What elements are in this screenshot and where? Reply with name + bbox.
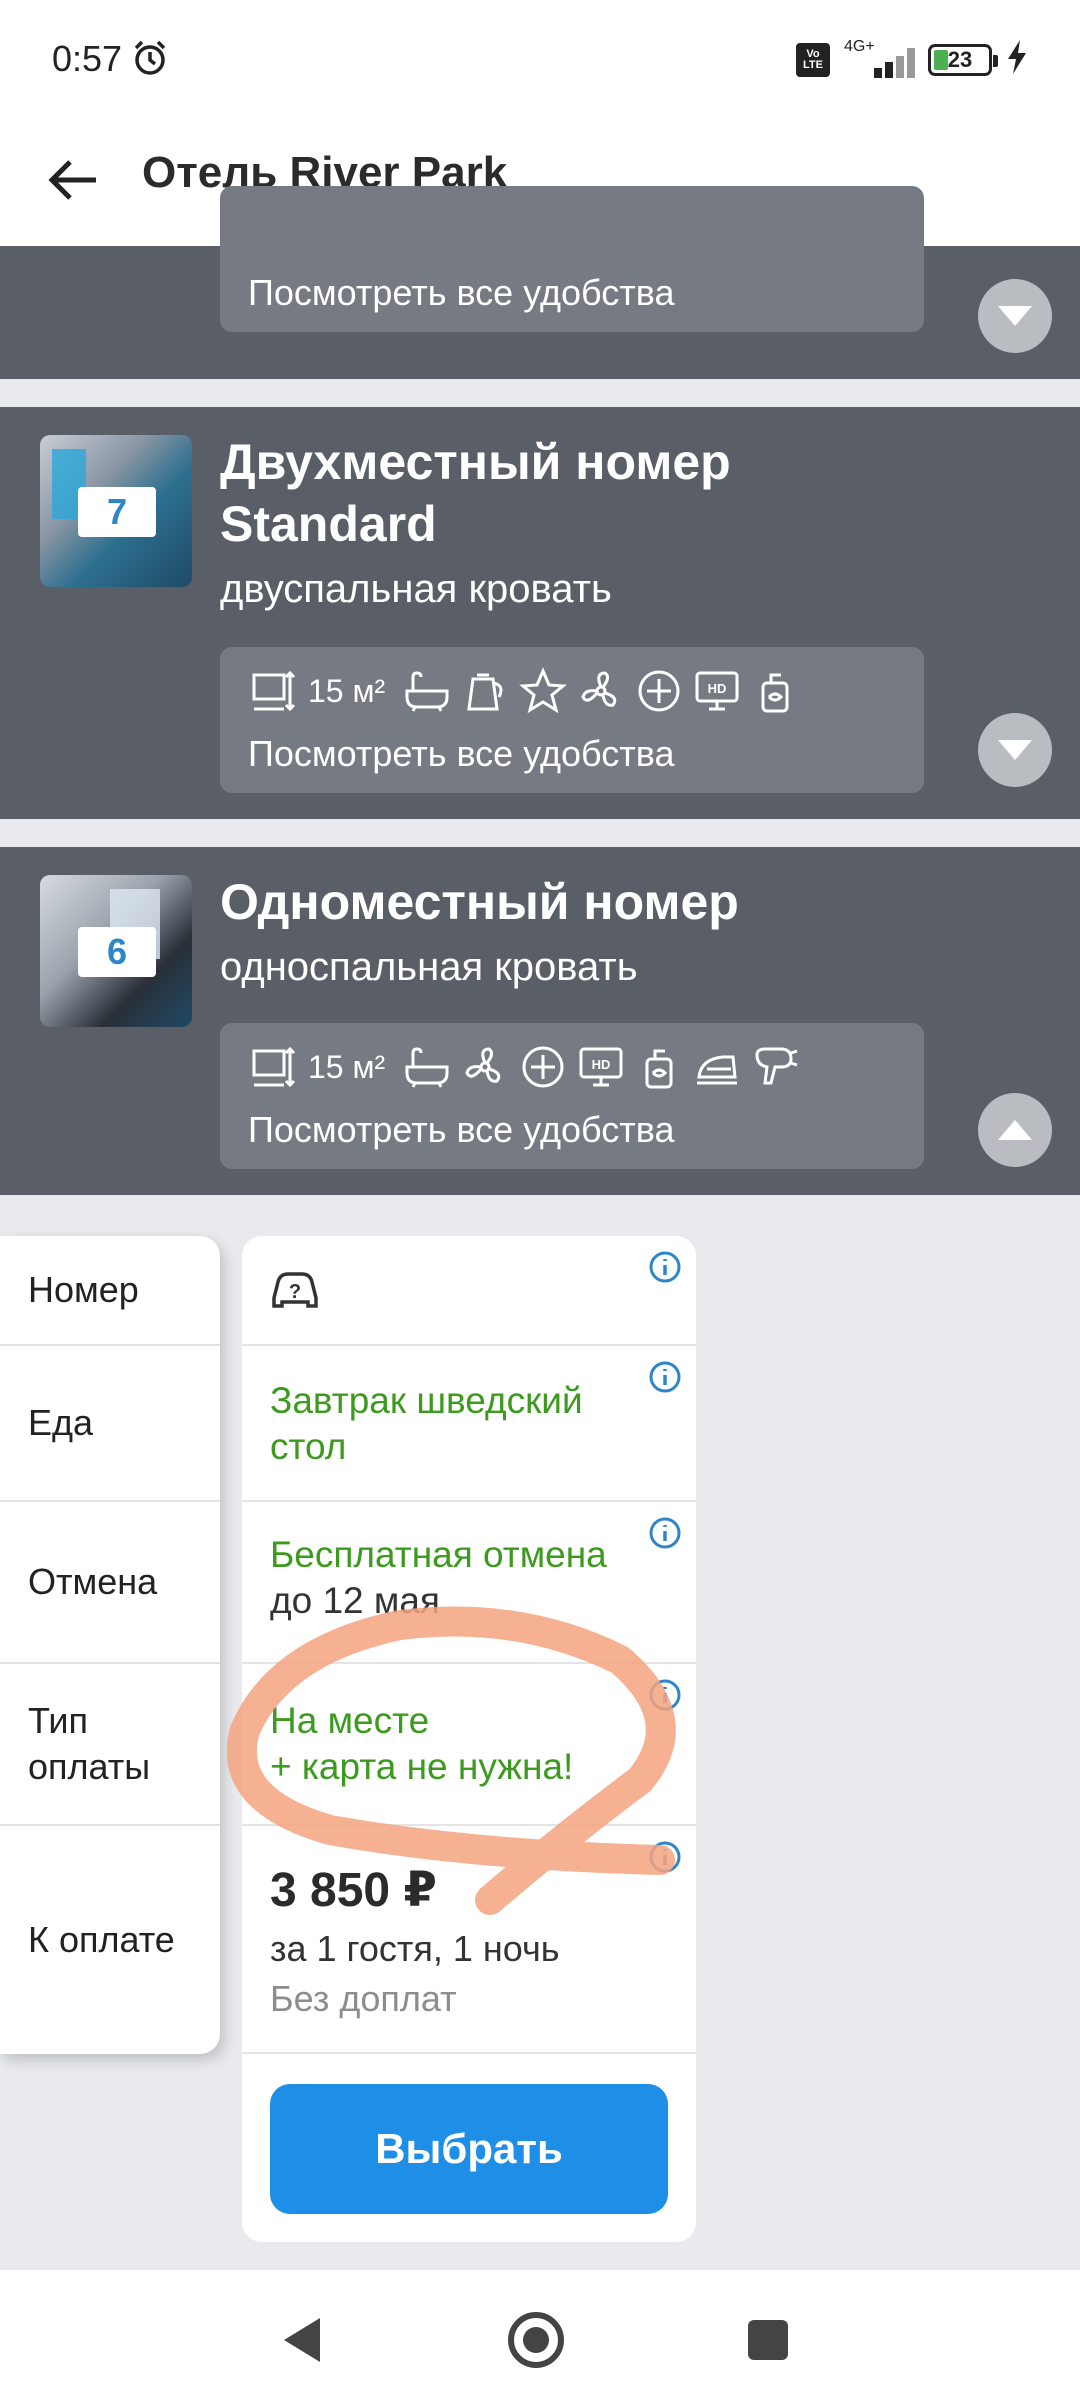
room-bed-type: двуспальная кровать (220, 567, 612, 611)
price-note: за 1 гостя, 1 ночь (270, 1928, 560, 1969)
room-area-icon (252, 670, 296, 712)
soap-icon (761, 673, 789, 713)
label-to-pay: К оплате (28, 1919, 175, 1960)
room-area-icon (252, 1046, 296, 1088)
tv-icon: HD (579, 1047, 623, 1087)
signal-icon: 4G+ (844, 38, 915, 78)
chevron-down-icon (998, 306, 1032, 326)
home-circle-icon (508, 2312, 564, 2368)
nav-back-button[interactable] (262, 2300, 342, 2380)
tv-icon: HD (695, 671, 739, 711)
room-bed-type: односпальная кровать (220, 945, 638, 989)
status-time: 0:57 (52, 38, 123, 79)
extra-charges: Без доплат (270, 1978, 457, 2019)
iron-icon (697, 1055, 738, 1085)
room-photo[interactable]: 7 (40, 435, 192, 587)
status-bar: 0:57 Vo LTE 4G+ 23 (0, 0, 1080, 120)
offer-payment-cell: На месте + карта не нужна! (242, 1664, 696, 1826)
choose-button[interactable]: Выбрать (270, 2084, 668, 2214)
room-area: 15 м² (308, 672, 386, 709)
offer-room-cell: ? (242, 1236, 696, 1346)
nav-recents-button[interactable] (728, 2300, 808, 2380)
arrow-left-icon (48, 160, 96, 200)
amenities-box: 15 м² HD Посмотреть все удобства (220, 647, 924, 793)
battery-icon: 23 (928, 43, 998, 76)
collapse-room-button[interactable] (978, 1093, 1052, 1167)
food-text: Завтрак шведский (270, 1380, 583, 1421)
room-area: 15 м² (308, 1048, 386, 1085)
cancel-deadline: до 12 мая (270, 1580, 440, 1621)
car-question-icon: ? (272, 1272, 318, 1308)
room-title-line2: Standard (220, 496, 437, 552)
square-recents-icon (748, 2320, 788, 2360)
offer-food-cell: Завтрак шведский стол (242, 1346, 696, 1502)
star-icon (519, 667, 568, 714)
label-room: Номер (0, 1236, 220, 1346)
amenities-box: 15 м² HD Посмотреть все удобства (220, 1023, 924, 1169)
expand-room-button[interactable] (978, 279, 1052, 353)
hairdryer-icon (755, 1047, 798, 1085)
cancel-text: Бесплатная отмена (270, 1534, 607, 1575)
fan-icon (465, 1047, 501, 1083)
room-card: Посмотреть все удобства (0, 186, 1080, 379)
battery-level: 23 (947, 46, 973, 72)
food-text-line2: стол (270, 1426, 347, 1467)
amenities-row: 15 м² HD (250, 1043, 799, 1091)
info-icon[interactable] (648, 1250, 682, 1284)
bathtub-icon (405, 1047, 449, 1088)
nav-home-button[interactable] (496, 2300, 576, 2380)
view-amenities-link[interactable]: Посмотреть все удобства (248, 1109, 674, 1151)
room-photo[interactable]: 6 (40, 875, 192, 1027)
photo-count-badge: 7 (78, 487, 156, 537)
info-icon[interactable] (648, 1678, 682, 1712)
svg-text:HD: HD (708, 681, 727, 696)
view-amenities-link[interactable]: Посмотреть все удобства (248, 272, 674, 314)
info-icon[interactable] (648, 1516, 682, 1550)
back-button[interactable] (36, 144, 108, 216)
kettle-icon (467, 673, 503, 711)
payment-text-line2: + карта не нужна! (270, 1746, 574, 1787)
room-card[interactable]: 6 Одноместный номер односпальная кровать… (0, 847, 1080, 1195)
fan-icon (581, 671, 617, 707)
offer-cancel-cell: Бесплатная отмена до 12 мая (242, 1502, 696, 1664)
soap-icon (645, 1049, 673, 1089)
info-icon[interactable] (648, 1360, 682, 1394)
system-nav-bar (0, 2270, 1080, 2400)
info-icon[interactable] (648, 1840, 682, 1874)
offer-labels-column: Номер Еда Отмена Тип оплаты К оплате (0, 1236, 220, 2054)
volte-icon: Vo LTE (796, 42, 830, 77)
amenities-box: Посмотреть все удобства (220, 186, 924, 332)
room-card[interactable]: 7 Двухместный номер Standard двуспальная… (0, 407, 1080, 819)
bathtub-icon (405, 671, 449, 712)
view-amenities-link[interactable]: Посмотреть все удобства (248, 733, 674, 775)
expand-room-button[interactable] (978, 713, 1052, 787)
photo-count-badge: 6 (78, 927, 156, 977)
label-payment-type: Тип оплаты (0, 1664, 220, 1826)
network-type: 4G+ (844, 37, 875, 55)
triangle-back-icon (284, 2318, 320, 2362)
charging-icon (1006, 40, 1028, 79)
amenities-row: 15 м² HD (250, 667, 799, 715)
plus-icon (522, 1046, 564, 1088)
chevron-down-icon (998, 740, 1032, 760)
chevron-up-icon (998, 1120, 1032, 1140)
room-title: Двухместный номер (220, 434, 731, 490)
svg-text:?: ? (289, 1281, 301, 1303)
label-cancel: Отмена (0, 1502, 220, 1664)
offer-card: ? Завтрак шведский стол Бесплатная отмен… (242, 1236, 696, 2242)
status-icons: Vo LTE 4G+ 23 (796, 38, 1028, 79)
svg-text:HD: HD (592, 1057, 611, 1072)
room-title: Одноместный номер (220, 874, 739, 930)
plus-icon (638, 670, 680, 712)
offer-price-cell: 3 850 ₽ за 1 гостя, 1 ночь Без доплат (242, 1826, 696, 2054)
payment-text: На месте (270, 1700, 430, 1741)
price: 3 850 ₽ (270, 1864, 437, 1917)
label-food: Еда (0, 1346, 220, 1502)
alarm-icon (130, 38, 170, 83)
